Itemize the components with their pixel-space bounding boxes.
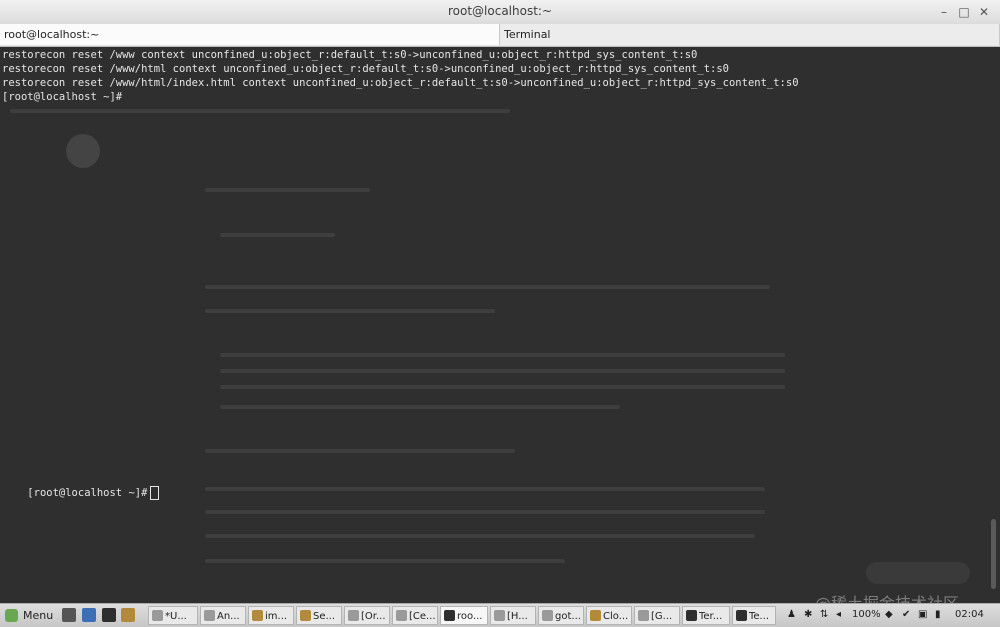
window-titlebar[interactable]: root@localhost:~ – □ ✕ <box>0 0 1000 25</box>
taskbar-item-label: roo... <box>457 611 483 622</box>
taskbar-item[interactable]: [G... <box>634 606 680 625</box>
background-ghost-content <box>0 47 1000 603</box>
taskbar-item[interactable]: Se... <box>296 606 342 625</box>
terminal-line: restorecon reset /www/html context uncon… <box>2 63 729 75</box>
files-icon[interactable] <box>121 608 135 622</box>
taskbar-item-label: Ter... <box>699 611 723 622</box>
taskbar-item[interactable]: im... <box>248 606 294 625</box>
folder-icon <box>300 610 311 621</box>
taskbar-item[interactable]: got... <box>538 606 584 625</box>
menu-icon <box>5 609 18 622</box>
terminal-line: restorecon reset /www/html/index.html co… <box>2 77 799 89</box>
menu-label: Menu <box>23 609 54 622</box>
taskbar-item[interactable]: Clo... <box>586 606 632 625</box>
folder-icon <box>252 610 263 621</box>
window-title: root@localhost:~ <box>447 4 553 18</box>
tab-root-localhost[interactable]: root@localhost:~ <box>0 24 500 45</box>
terminal-area[interactable]: restorecon reset /www context unconfined… <box>0 47 1000 603</box>
tab-terminal[interactable]: Terminal <box>500 24 1000 45</box>
network-icon[interactable]: ⇅ <box>820 607 828 623</box>
taskbar-item-label: [H... <box>507 611 528 622</box>
notification-icon[interactable]: ▣ <box>918 607 927 623</box>
taskbar-item-label: [Ce... <box>409 611 436 622</box>
taskbar: Menu *U... An... im... Se... [Or... [Ce.… <box>0 603 1000 627</box>
text-cursor <box>150 486 160 500</box>
taskbar-item-label: [G... <box>651 611 673 622</box>
document-icon <box>204 610 215 621</box>
minimize-button[interactable]: – <box>935 3 953 21</box>
terminal-line: restorecon reset /www context unconfined… <box>2 49 698 61</box>
taskbar-item-label: *U... <box>165 611 187 622</box>
window-icon <box>396 610 407 621</box>
terminal-prompt: [root@localhost ~]# <box>27 487 148 499</box>
show-desktop-icon[interactable] <box>62 608 76 622</box>
taskbar-item[interactable]: Te... <box>732 606 776 625</box>
scrollbar-thumb[interactable] <box>991 519 996 589</box>
terminal-icon <box>736 610 747 621</box>
terminal-icon <box>686 610 697 621</box>
terminal-launcher-icon[interactable] <box>102 608 116 622</box>
window-icon <box>494 610 505 621</box>
update-icon[interactable]: ◆ <box>885 607 893 623</box>
document-icon <box>152 610 163 621</box>
taskbar-item-label: im... <box>265 611 288 622</box>
taskbar-item[interactable]: *U... <box>148 606 198 625</box>
maximize-button[interactable]: □ <box>955 3 973 21</box>
window-icon <box>542 610 553 621</box>
bluetooth-icon[interactable]: ✱ <box>804 607 812 623</box>
taskbar-item[interactable]: [H... <box>490 606 536 625</box>
tab-bar: root@localhost:~ Terminal <box>0 24 1000 47</box>
taskbar-item-label: Clo... <box>603 611 629 622</box>
battery-icon[interactable]: ▮ <box>935 607 941 623</box>
window-icon <box>348 610 359 621</box>
taskbar-item-label: An... <box>217 611 240 622</box>
taskbar-item[interactable]: Ter... <box>682 606 730 625</box>
shield-icon[interactable]: ✔ <box>902 607 910 623</box>
user-icon[interactable]: ♟ <box>787 607 796 623</box>
volume-icon[interactable]: ◂ <box>836 607 841 623</box>
taskbar-item[interactable]: [Ce... <box>392 606 438 625</box>
taskbar-item-label: got... <box>555 611 581 622</box>
taskbar-item-label: [Or... <box>361 611 386 622</box>
terminal-scrollbar[interactable] <box>989 47 998 603</box>
taskbar-item-active[interactable]: roo... <box>440 606 488 625</box>
taskbar-item[interactable]: [Or... <box>344 606 390 625</box>
clock[interactable]: 02:04 <box>955 607 984 623</box>
battery-label[interactable]: 100% <box>852 607 881 623</box>
close-button[interactable]: ✕ <box>975 3 993 21</box>
taskbar-item[interactable]: An... <box>200 606 246 625</box>
window-icon <box>638 610 649 621</box>
terminal-line: [root@localhost ~]# <box>2 91 123 103</box>
taskbar-item-label: Te... <box>749 611 770 622</box>
folder-icon <box>590 610 601 621</box>
terminal-prompt-line[interactable]: [root@localhost ~]# <box>2 472 160 514</box>
terminal-icon <box>444 610 455 621</box>
menu-button[interactable]: Menu <box>3 606 53 625</box>
browser-icon[interactable] <box>82 608 96 622</box>
taskbar-item-label: Se... <box>313 611 336 622</box>
